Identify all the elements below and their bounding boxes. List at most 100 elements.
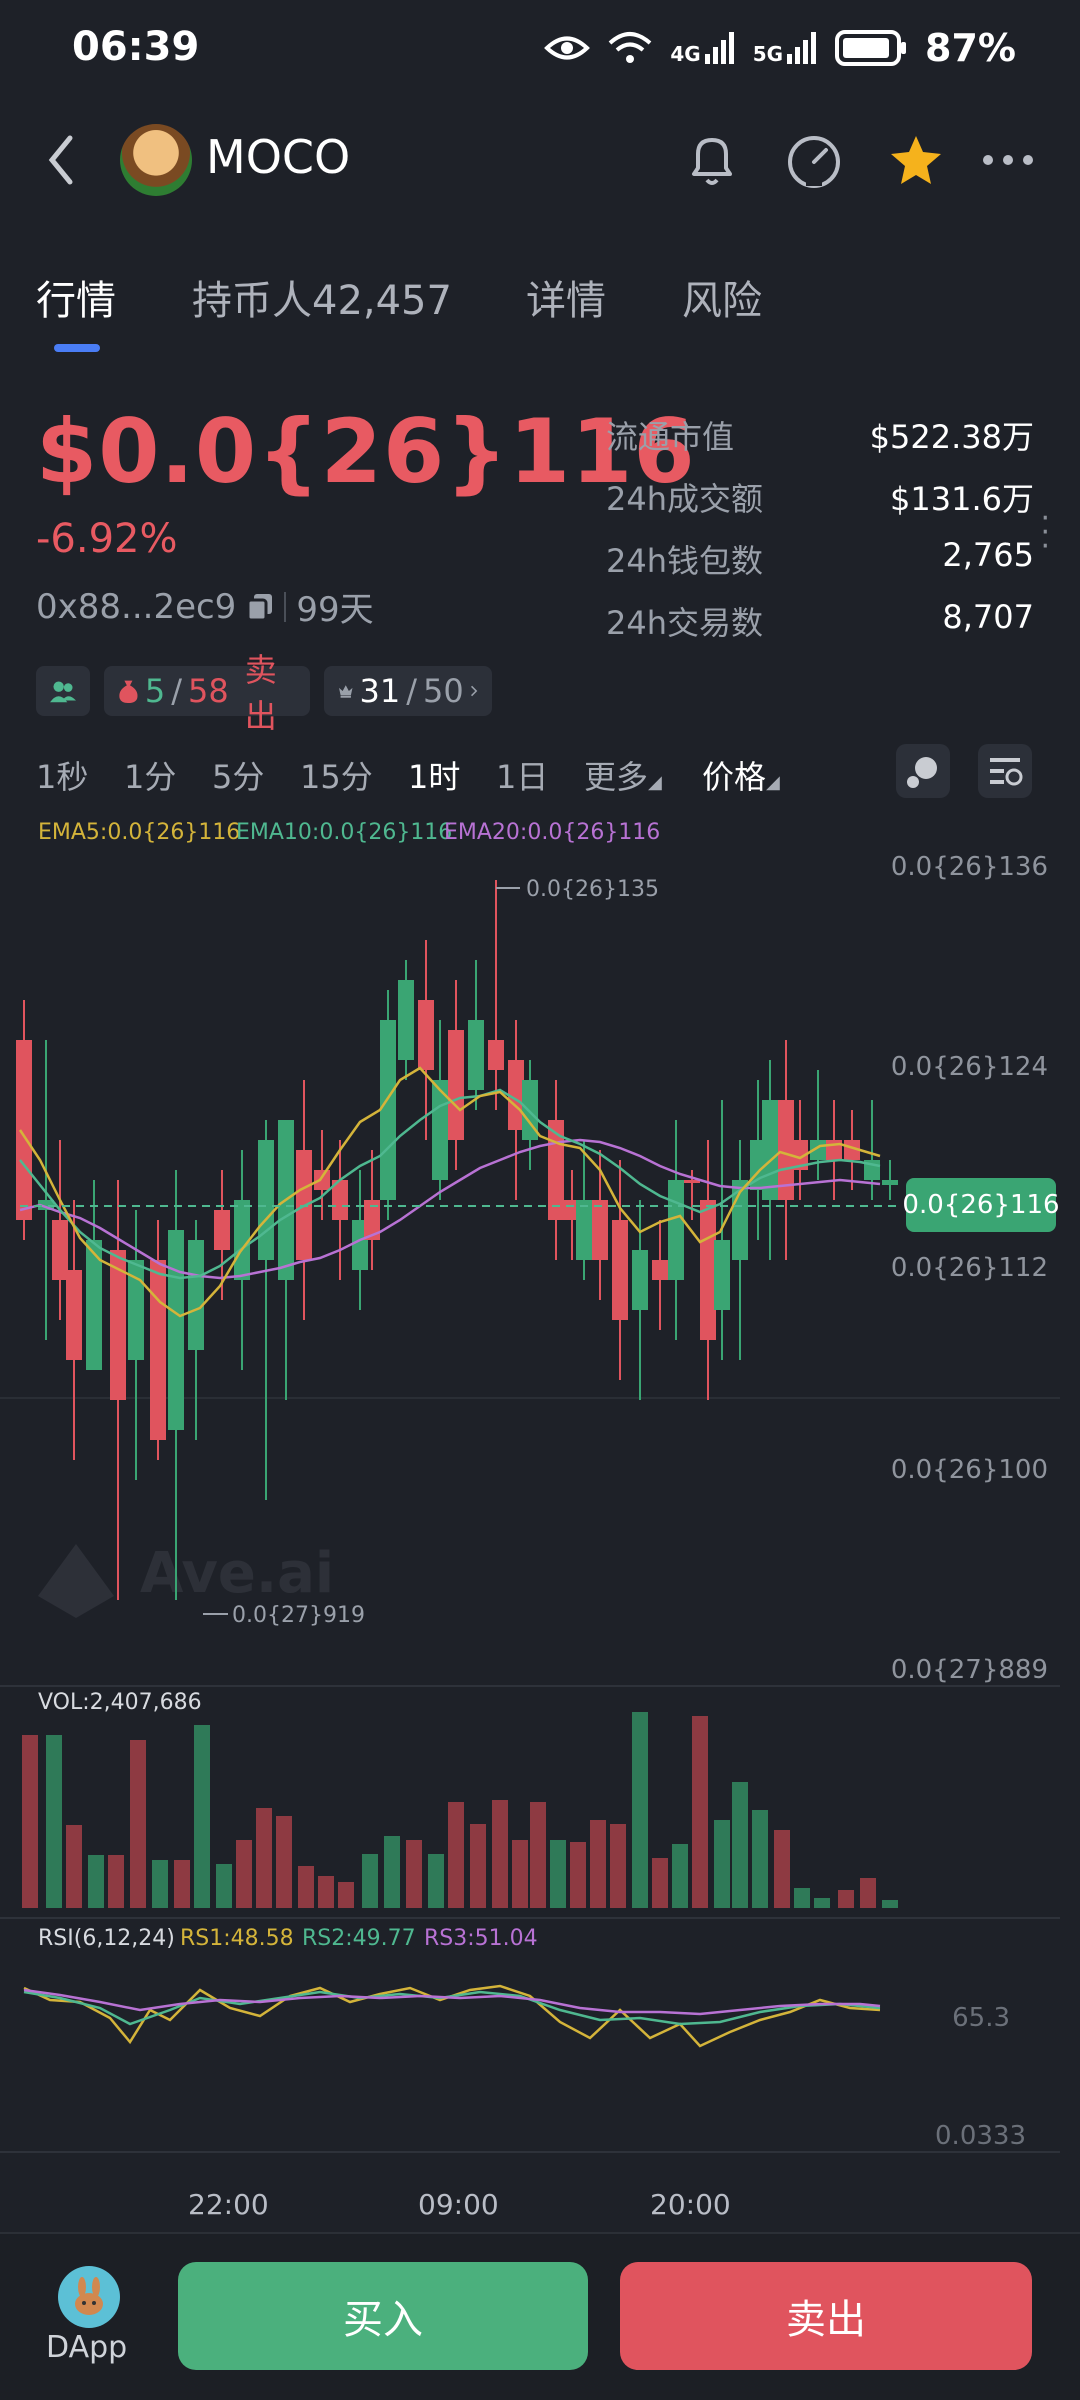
volume-bar [216,1864,232,1908]
dapp-label[interactable]: DApp [46,2330,127,2365]
volume-bar [714,1820,730,1908]
tab-risk[interactable]: 风险 [682,268,762,326]
volume-bar [194,1725,210,1908]
volume-bar [108,1855,124,1908]
rsi-rs2-label: RS2:49.77 [302,1926,416,1951]
price-type-select[interactable]: 价格◢ [702,752,780,798]
stat-trades: 24h交易数 8,707 [606,598,1034,660]
battery-level: 87% [925,26,1016,70]
volume-bar [428,1854,444,1908]
stat-label: 24h成交额 [606,480,764,518]
tab-active-indicator [54,344,100,352]
volume-label: VOL:2,407,686 [38,1690,202,1715]
volume-bar [470,1824,486,1908]
cell-signal-4g: 4G [670,32,734,64]
candle-body [632,1250,648,1310]
stat-label: 24h钱包数 [606,542,764,580]
sell-button[interactable]: 卖出 [620,2262,1032,2370]
candle-body [668,1180,684,1280]
interval-1d[interactable]: 1日 [496,752,548,798]
candle-body [16,1040,32,1220]
contract-address: 0x88...2ec9 [36,586,237,627]
candle-body [52,1220,68,1280]
candle-body [214,1210,230,1250]
volume-bar [860,1878,876,1908]
candles-group [16,880,898,1600]
chart-settings-button[interactable] [978,744,1032,798]
volume-bar [88,1855,104,1908]
bubble-icon [907,757,937,788]
price-chart[interactable]: Ave.ai 0.0{26}135 0.0{27}919 0.0{26}136 … [0,840,1080,2220]
divider [284,591,287,622]
candle-body [418,1000,434,1070]
stats-panel: 流通市值 $522.38万 24h成交额 $131.6万 24h钱包数 2,765 2… [606,412,1034,660]
tab-details[interactable]: 详情 [526,268,606,326]
stat-label: 24h交易数 [606,604,764,642]
candle-body [468,1020,484,1090]
y-axis-label: 0.0{26}124 [891,1052,1048,1082]
money-bag-icon [119,680,138,704]
volume-bar [298,1866,314,1908]
y-axis-label: 0.0{26}112 [891,1253,1048,1283]
ratio-a: 5 [144,672,166,710]
candle-body [576,1200,592,1260]
volume-bar [384,1836,400,1908]
tab-holders[interactable]: 持币人42,457 [192,268,452,326]
sell-tag: 卖出 [244,651,277,735]
buy-button[interactable]: 买入 [178,2262,588,2370]
time-label: 20:00 [650,2188,731,2221]
speedometer-icon[interactable] [784,128,844,192]
ratio-slash: / [171,672,182,710]
interval-1m[interactable]: 1分 [124,752,176,798]
candle-body [234,1200,250,1280]
top-a: 31 [359,672,401,710]
candle-body [700,1200,716,1340]
indicator-button[interactable] [896,744,950,798]
current-price-tag: 0.0{26}116 [902,1178,1060,1232]
volume-bar [492,1800,508,1908]
volume-bar [652,1858,668,1908]
dapp-bunny-icon[interactable] [58,2266,120,2328]
wifi-icon [609,32,652,63]
interval-15m[interactable]: 15分 [300,752,373,798]
volume-bar [236,1840,252,1908]
volume-bars [22,1712,898,1908]
candle-body [448,1030,464,1140]
chevron-right-icon [470,685,478,697]
price-type-label: 价格 [702,758,767,796]
volume-bar [570,1842,586,1908]
more-options-icon[interactable] [978,128,1038,192]
stat-value: $131.6万 [890,480,1034,518]
volume-bar [550,1840,566,1908]
interval-more[interactable]: 更多◢ [584,752,662,798]
sell-ratio-badge[interactable]: 5 / 58 卖出 [104,651,310,735]
stat-value: $522.38万 [869,418,1034,456]
price-change: -6.92% [36,516,178,562]
volume-bar [672,1844,688,1908]
volume-bar [512,1840,528,1908]
volume-bar [152,1860,168,1908]
interval-1h[interactable]: 1时 [408,752,460,798]
volume-bar [752,1810,768,1908]
back-arrow-icon[interactable] [40,128,84,192]
interval-5m[interactable]: 5分 [212,752,264,798]
volume-bar [318,1876,334,1908]
stats-more-icon[interactable]: · · · [1040,504,1050,562]
status-time: 06:39 [72,24,200,70]
settings-sliders-icon [990,758,1023,786]
battery-icon [835,30,907,66]
holders-badge[interactable] [36,666,90,716]
ratio-b: 58 [187,672,229,710]
stat-value: 8,707 [942,598,1034,636]
interval-1s[interactable]: 1秒 [36,752,88,798]
copy-icon[interactable] [246,592,274,622]
volume-bar [174,1860,190,1908]
volume-bar [632,1712,648,1908]
candle-body [380,1020,396,1200]
candle-body [314,1170,330,1190]
star-favorite-icon[interactable] [886,128,946,192]
signal-bars-icon [787,32,817,64]
bell-icon[interactable] [682,128,742,192]
top-holders-badge[interactable]: 31 / 50 [324,666,492,716]
tab-market[interactable]: 行情 [36,268,116,326]
